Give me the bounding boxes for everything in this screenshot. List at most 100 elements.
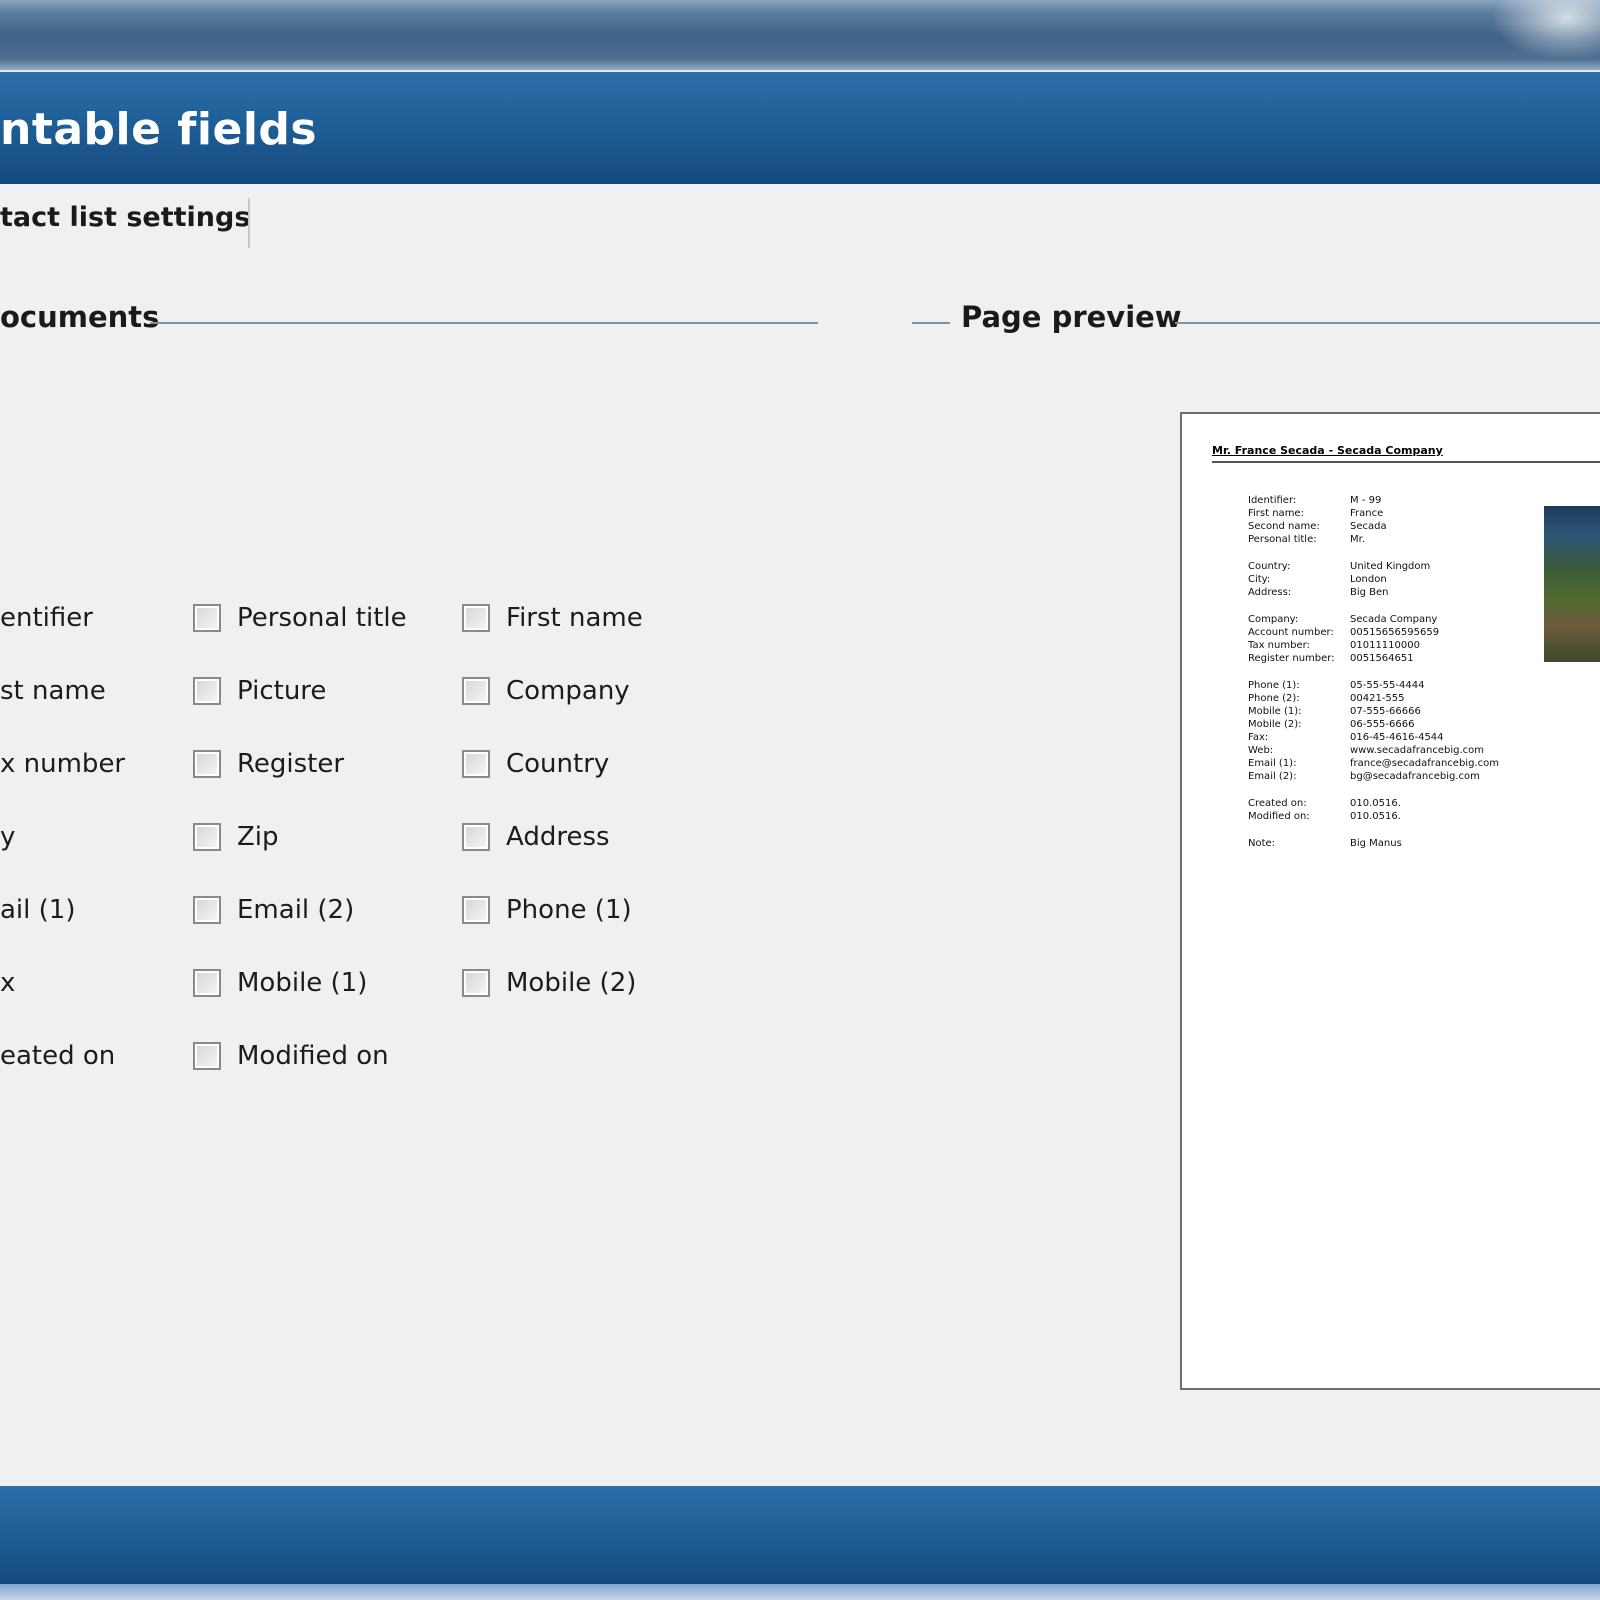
- preview-value: 00515656595659: [1350, 627, 1440, 638]
- field-checkbox-created-on[interactable]: eated on: [0, 1036, 115, 1076]
- checkbox-label: st name: [0, 676, 106, 706]
- preview-row: Mobile (1): 07-555-66666: [1248, 705, 1421, 718]
- preview-value: www.secadafrancebig.com: [1350, 745, 1485, 756]
- preview-key: Email (2):: [1248, 771, 1297, 782]
- section-rule-preview-right: [1175, 322, 1600, 324]
- preview-row: Fax: 016-45-4616-4544: [1248, 731, 1444, 744]
- field-checkbox-last-name[interactable]: st name: [0, 671, 106, 711]
- preview-value: Secada Company: [1350, 614, 1438, 625]
- section-title-documents: ocuments: [0, 300, 160, 334]
- preview-key: Phone (1):: [1248, 680, 1300, 691]
- field-checkbox-tax-number[interactable]: x number: [0, 744, 125, 784]
- section-rule-documents: [150, 322, 818, 324]
- preview-key: Second name:: [1248, 521, 1320, 532]
- field-checkbox-email-1[interactable]: ail (1): [0, 890, 75, 930]
- checkbox-label: Phone (1): [506, 895, 632, 925]
- field-checkbox-country[interactable]: Country: [462, 744, 609, 784]
- field-checkbox-company[interactable]: Company: [462, 671, 630, 711]
- checkbox-box[interactable]: [193, 969, 221, 997]
- preview-key: Country:: [1248, 561, 1291, 572]
- preview-row: Web: www.secadafrancebig.com: [1248, 744, 1484, 757]
- checkbox-box[interactable]: [462, 823, 490, 851]
- checkbox-label: eated on: [0, 1041, 116, 1071]
- checkbox-label: x number: [0, 749, 126, 779]
- field-checkbox-register[interactable]: Register: [193, 744, 344, 784]
- preview-value: 016-45-4616-4544: [1350, 732, 1444, 743]
- checkbox-label: x: [0, 968, 16, 998]
- preview-row: First name: France: [1248, 507, 1383, 520]
- preview-value: 0051564651: [1350, 653, 1414, 664]
- checkbox-box[interactable]: [462, 969, 490, 997]
- checkbox-box[interactable]: [193, 604, 221, 632]
- preview-key: Web:: [1248, 745, 1274, 756]
- field-checkbox-mobile-2[interactable]: Mobile (2): [462, 963, 636, 1003]
- checkbox-label: Address: [506, 822, 610, 852]
- preview-key: Personal title:: [1248, 534, 1317, 545]
- preview-value: Mr.: [1350, 534, 1365, 545]
- field-checkbox-identifier[interactable]: entifier: [0, 598, 93, 638]
- preview-key: Fax:: [1248, 732, 1269, 743]
- checkbox-label: Modified on: [237, 1041, 389, 1071]
- window-bottom-edge: [0, 1584, 1600, 1600]
- preview-key: Created on:: [1248, 798, 1307, 809]
- preview-key: Phone (2):: [1248, 693, 1300, 704]
- checkbox-box[interactable]: [193, 750, 221, 778]
- field-checkbox-personal-title[interactable]: Personal title: [193, 598, 407, 638]
- preview-key: Address:: [1248, 587, 1292, 598]
- preview-row: Created on: 010.0516.: [1248, 797, 1401, 810]
- field-checkbox-phone-1[interactable]: Phone (1): [462, 890, 632, 930]
- preview-value: france@secadafrancebig.com: [1350, 758, 1499, 769]
- preview-value: 00421-555: [1350, 693, 1405, 704]
- field-checkbox-modified-on[interactable]: Modified on: [193, 1036, 389, 1076]
- preview-row: Personal title: Mr.: [1248, 533, 1365, 546]
- preview-row: Account number: 00515656595659: [1248, 626, 1439, 639]
- preview-value: 06-555-6666: [1350, 719, 1415, 730]
- preview-row: Mobile (2): 06-555-6666: [1248, 718, 1414, 731]
- field-checkbox-address[interactable]: Address: [462, 817, 610, 857]
- section-rule-preview-left: [912, 322, 950, 324]
- field-checkbox-fax[interactable]: x: [0, 963, 15, 1003]
- titlebar-glare: [1490, 0, 1600, 60]
- checkbox-box[interactable]: [193, 677, 221, 705]
- preview-row: Phone (1): 05-55-55-4444: [1248, 679, 1424, 692]
- checkbox-label: y: [0, 822, 16, 852]
- preview-value: London: [1350, 574, 1387, 585]
- preview-key: Tax number:: [1248, 640, 1310, 651]
- preview-row: Modified on: 010.0516.: [1248, 810, 1401, 823]
- field-checkbox-zip[interactable]: Zip: [193, 817, 279, 857]
- preview-value: Big Ben: [1350, 587, 1389, 598]
- page-preview: Mr. France Secada - Secada Company Ident…: [1180, 412, 1600, 1390]
- field-checkbox-mobile-1[interactable]: Mobile (1): [193, 963, 367, 1003]
- preview-value: 010.0516.: [1350, 811, 1401, 822]
- checkbox-label: Zip: [237, 822, 279, 852]
- checkbox-label: Picture: [237, 676, 327, 706]
- checkbox-box[interactable]: [462, 677, 490, 705]
- preview-value: 07-555-66666: [1350, 706, 1421, 717]
- checkbox-box[interactable]: [462, 604, 490, 632]
- field-checkbox-city[interactable]: y: [0, 817, 15, 857]
- checkbox-box[interactable]: [462, 896, 490, 924]
- preview-key: City:: [1248, 574, 1271, 585]
- checkbox-box[interactable]: [193, 1042, 221, 1070]
- field-checkbox-email-2[interactable]: Email (2): [193, 890, 354, 930]
- field-checkbox-first-name[interactable]: First name: [462, 598, 643, 638]
- field-checkbox-picture[interactable]: Picture: [193, 671, 326, 711]
- section-title-page-preview: Page preview: [961, 300, 1182, 334]
- preview-value: Big Manus: [1350, 838, 1402, 849]
- preview-key: Register number:: [1248, 653, 1335, 664]
- window-titlebar: [0, 0, 1600, 72]
- preview-heading-rule: [1212, 461, 1600, 463]
- preview-key: Note:: [1248, 838, 1276, 849]
- checkbox-box[interactable]: [462, 750, 490, 778]
- preview-row: Identifier: M - 99: [1248, 494, 1381, 507]
- tab-contact-list-settings[interactable]: tact list settings: [0, 202, 250, 242]
- checkbox-box[interactable]: [193, 896, 221, 924]
- preview-key: Email (1):: [1248, 758, 1297, 769]
- checkbox-label: Email (2): [237, 895, 355, 925]
- preview-row: Country: United Kingdom: [1248, 560, 1430, 573]
- page-title: ntable fields: [0, 104, 318, 155]
- checkbox-label: Mobile (2): [506, 968, 637, 998]
- checkbox-label: Mobile (1): [237, 968, 368, 998]
- checkbox-label: Personal title: [237, 603, 407, 633]
- checkbox-box[interactable]: [193, 823, 221, 851]
